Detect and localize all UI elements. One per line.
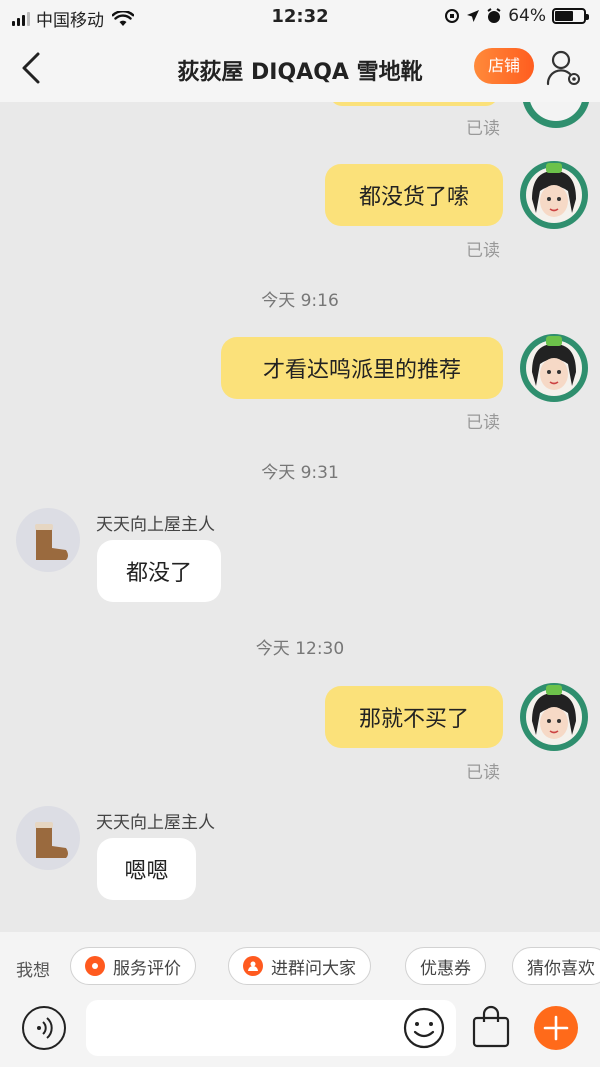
my-avatar[interactable]	[520, 102, 592, 130]
message-bubble-outgoing[interactable]: 那就不买了	[325, 686, 503, 748]
plus-icon	[543, 1015, 569, 1041]
input-bar	[0, 1000, 600, 1067]
my-avatar[interactable]	[518, 681, 590, 753]
alarm-icon	[487, 8, 501, 23]
more-options-button[interactable]	[534, 1006, 578, 1050]
user-settings-icon[interactable]	[546, 48, 582, 88]
chip-label: 服务评价	[113, 958, 181, 979]
group-icon	[243, 956, 263, 976]
read-receipt: 已读	[466, 763, 500, 783]
read-receipt: 已读	[466, 241, 500, 261]
message-bubble-incoming[interactable]: 嗯嗯	[97, 838, 196, 900]
chip-label: 进群问大家	[271, 958, 356, 979]
status-bar: 中国移动 12:32 64%	[0, 0, 600, 36]
battery-icon	[552, 8, 589, 24]
status-right: 64%	[444, 6, 589, 26]
read-receipt: 已读	[466, 413, 500, 433]
chip-label: 优惠券	[420, 958, 471, 979]
message-bubble-incoming[interactable]: 都没了	[97, 540, 221, 602]
shop-button[interactable]: 店铺	[474, 48, 534, 84]
review-icon	[85, 956, 105, 976]
quick-action-bar: 我想 服务评价 进群问大家 优惠券 猜你喜欢	[0, 932, 600, 1000]
message-bubble-partial[interactable]	[330, 102, 498, 106]
my-avatar[interactable]	[518, 332, 590, 404]
battery-percent: 64%	[508, 6, 546, 26]
my-avatar[interactable]	[518, 159, 590, 231]
chat-area[interactable]: 已读 都没货了嗦 已读 今天 9:16 才看达鸣派里的推荐 已读 今天 9:31…	[0, 102, 600, 932]
sender-name: 天天向上屋主人	[96, 813, 215, 833]
shop-avatar[interactable]	[16, 806, 80, 870]
shopping-bag-icon[interactable]	[470, 1004, 512, 1050]
message-input[interactable]	[86, 1000, 456, 1056]
guess-you-like-chip[interactable]: 猜你喜欢	[512, 947, 600, 985]
voice-icon	[37, 1017, 53, 1039]
timestamp: 今天 9:16	[261, 291, 339, 311]
shop-avatar[interactable]	[16, 508, 80, 572]
sender-name: 天天向上屋主人	[96, 515, 215, 535]
location-icon	[467, 10, 480, 22]
timestamp: 今天 12:30	[255, 639, 345, 659]
emoji-icon[interactable]	[402, 1006, 446, 1050]
message-bubble-outgoing[interactable]: 都没货了嗦	[325, 164, 503, 226]
rotation-lock-icon	[445, 9, 460, 23]
quick-bar-label: 我想	[16, 961, 50, 981]
voice-button[interactable]	[22, 1006, 66, 1050]
service-review-chip[interactable]: 服务评价	[70, 947, 196, 985]
chat-header: 荻荻屋 DIQAQA 雪地靴 店铺	[0, 36, 600, 102]
chip-label: 猜你喜欢	[527, 958, 595, 979]
coupon-chip[interactable]: 优惠券	[405, 947, 486, 985]
timestamp: 今天 9:31	[261, 463, 339, 483]
join-group-chip[interactable]: 进群问大家	[228, 947, 371, 985]
message-bubble-outgoing[interactable]: 才看达鸣派里的推荐	[221, 337, 503, 399]
read-receipt: 已读	[466, 119, 500, 139]
